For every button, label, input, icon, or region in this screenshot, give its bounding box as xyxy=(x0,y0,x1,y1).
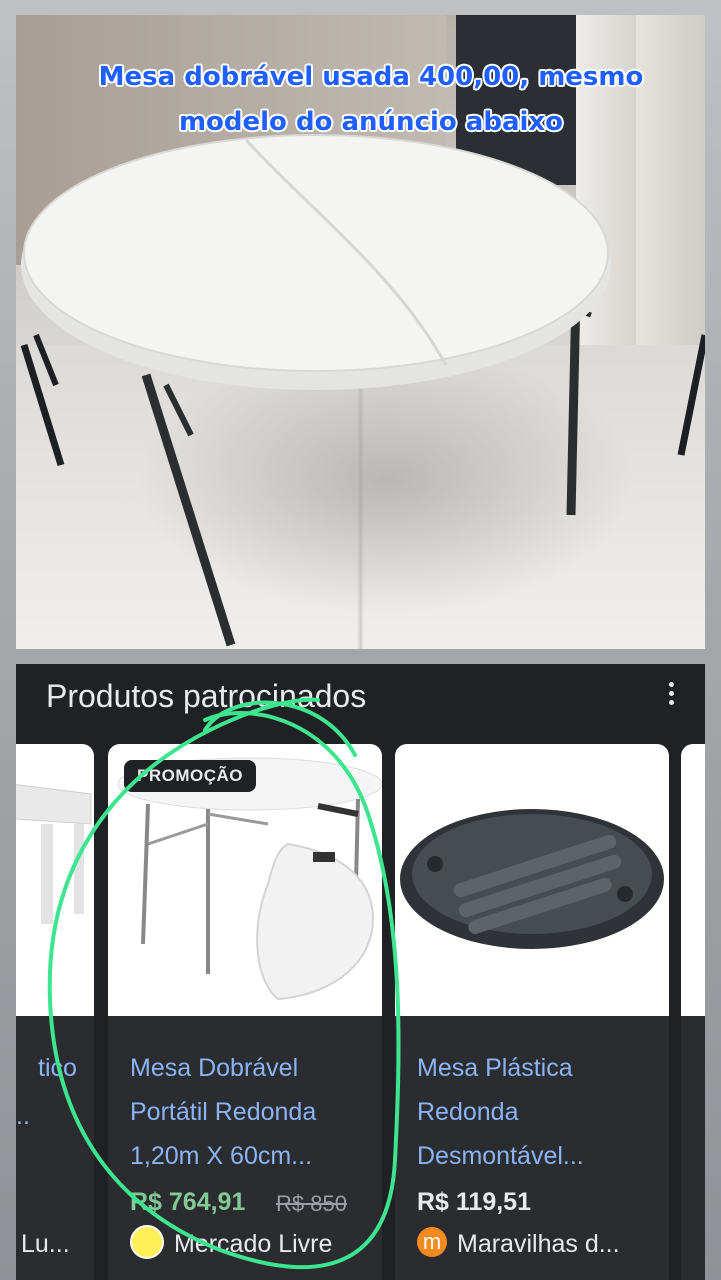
product-image xyxy=(395,744,669,1016)
price: R$ 119,51 xyxy=(417,1188,531,1216)
white-table-image xyxy=(16,784,92,924)
product-card-mesa-plastica[interactable]: Mesa Plástica Redonda Desmontável... R$ … xyxy=(395,744,669,1280)
product-title[interactable]: tico xyxy=(38,1046,94,1090)
promotion-badge: PROMOÇÃO xyxy=(124,760,256,792)
promo-price: R$ 764,91 xyxy=(130,1188,246,1216)
more-vert-icon[interactable] xyxy=(661,682,681,712)
product-image xyxy=(16,744,94,1016)
store-name-row: m Maravilhas d... xyxy=(417,1224,620,1264)
image-caption: Mesa dobrável usada 400,00, mesmo modelo… xyxy=(98,62,644,137)
mercado-livre-logo-icon xyxy=(130,1225,164,1260)
store-name: Mercado Livre xyxy=(174,1230,333,1258)
maravilhas-logo-icon: m xyxy=(417,1227,447,1258)
product-card-partial-right[interactable] xyxy=(681,744,705,1280)
product-title-link[interactable]: Mesa Plástica Redonda Desmontável... xyxy=(417,1046,657,1178)
store-name: Lu... xyxy=(21,1230,70,1258)
disassembled-table-image xyxy=(400,809,664,949)
sponsored-products-panel: Produtos patrocinados tico .. Lu... PROM… xyxy=(16,664,705,1280)
product-card-mesa-dobravel[interactable]: PROMOÇÃO Mesa Dobrável Portátil Redonda … xyxy=(108,744,382,1280)
store-name: Maravilhas d... xyxy=(457,1230,620,1258)
product-card-partial-left[interactable]: tico .. Lu... xyxy=(16,744,94,1280)
original-price: R$ 850 xyxy=(276,1191,347,1216)
product-title-link[interactable]: Mesa Dobrável Portátil Redonda 1,20m X 6… xyxy=(130,1046,370,1178)
product-image xyxy=(681,744,705,1016)
used-table-photo: Mesa dobrável usada 400,00, mesmo modelo… xyxy=(16,15,705,649)
product-title-ellipsis: .. xyxy=(16,1102,30,1130)
panel-title: Produtos patrocinados xyxy=(46,678,367,714)
store-name-row: Mercado Livre xyxy=(130,1224,332,1264)
